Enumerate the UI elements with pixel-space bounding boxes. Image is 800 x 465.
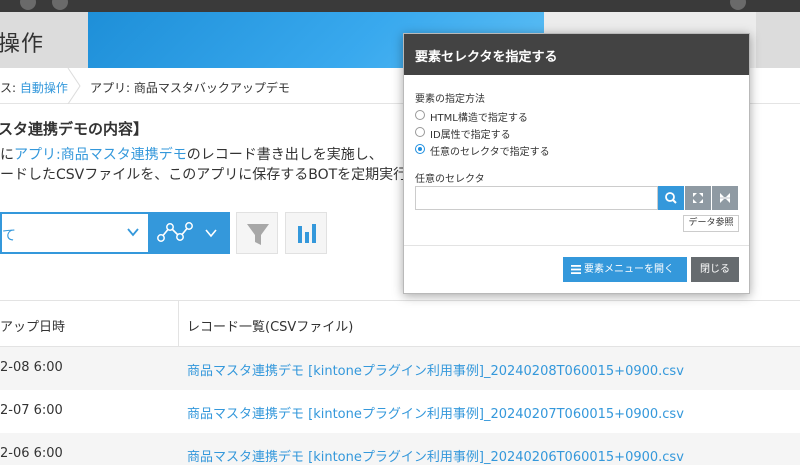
csv-file-link[interactable]: 商品マスタ連携デモ [kintoneプラグイン利用事例]_20240206T06… [187, 446, 684, 465]
description-line-2: ードしたCSVファイルを、このアプリに保存するBOTを定期実行し [0, 167, 422, 183]
breadcrumb-link-auto[interactable]: 自動操作 [20, 81, 68, 95]
expand-icon [693, 193, 703, 203]
method-label: 要素の指定方法 [415, 94, 485, 105]
star-icon[interactable] [52, 0, 68, 10]
source-app-link[interactable]: アプリ:商品マスタ連携デモ [14, 147, 187, 163]
filter-icon [247, 224, 269, 245]
radio-icon[interactable] [415, 110, 425, 120]
csv-file-link[interactable]: 商品マスタ連携デモ [kintoneプラグイン利用事例]_20240208T06… [187, 360, 684, 379]
table-row: 2-07 6:00 商品マスタ連携デモ [kintoneプラグイン利用事例]_2… [0, 390, 800, 433]
profile-icon[interactable] [730, 0, 746, 10]
breadcrumb-item-space: ス: 自動操作 [0, 81, 68, 95]
page-title: 操作 [0, 32, 45, 57]
description-line-1: にアプリ:商品マスタ連携デモのレコード書き出しを実施し、 [0, 147, 383, 163]
table-row: 2-06 6:00 商品マスタ連携デモ [kintoneプラグイン利用事例]_2… [0, 433, 800, 465]
row-date: 2-08 6:00 [0, 360, 63, 375]
table-row: 2-08 6:00 商品マスタ連携デモ [kintoneプラグイン利用事例]_2… [0, 347, 800, 390]
graph-icon [157, 222, 217, 242]
column-divider [178, 301, 179, 348]
open-element-menu-button[interactable]: 要素メニューを開く [563, 257, 687, 282]
table-header: アップ日時 レコード一覧(CSVファイル) [0, 300, 800, 348]
radio-icon[interactable] [415, 127, 425, 137]
close-button[interactable]: 閉じる [691, 257, 739, 282]
graph-chart-button[interactable] [285, 212, 327, 254]
selector-label: 任意のセレクタ [415, 174, 485, 185]
collapse-icon [720, 193, 730, 203]
back-icon[interactable] [20, 0, 36, 10]
breadcrumb-separator-icon [67, 68, 81, 104]
column-header-record-list[interactable]: レコード一覧(CSVファイル) [187, 316, 353, 335]
row-date: 2-06 6:00 [0, 446, 63, 461]
data-reference-button[interactable]: データ参照 [683, 215, 739, 232]
breadcrumb-item-app: アプリ: 商品マスタバックアップデモ [90, 81, 290, 95]
expand-button[interactable] [685, 186, 711, 210]
filter-button[interactable] [236, 212, 278, 254]
bar-chart-icon [298, 224, 316, 243]
search-button[interactable] [658, 186, 684, 210]
description-heading: スタ連携デモの内容】 [0, 120, 149, 138]
browser-toolbar [0, 0, 800, 12]
column-header-backup-date[interactable]: アップ日時 [0, 316, 65, 335]
csv-file-link[interactable]: 商品マスタ連携デモ [kintoneプラグイン利用事例]_20240207T06… [187, 403, 684, 422]
selector-dialog: 要素セレクタを指定する 要素の指定方法 HTML構造で指定する ID属性で指定す… [403, 33, 750, 294]
view-select[interactable]: て [0, 212, 148, 254]
row-date: 2-07 6:00 [0, 403, 63, 418]
dialog-footer: 要素メニューを開く 閉じる [404, 245, 749, 293]
menu-icon [571, 265, 581, 274]
selector-input[interactable] [415, 186, 658, 210]
dialog-title: 要素セレクタを指定する [404, 34, 749, 75]
graph-view-button[interactable] [148, 212, 230, 254]
radio-selected-icon[interactable] [415, 144, 425, 154]
search-icon [665, 192, 677, 204]
chevron-down-icon [127, 228, 139, 237]
collapse-button[interactable] [712, 186, 738, 210]
